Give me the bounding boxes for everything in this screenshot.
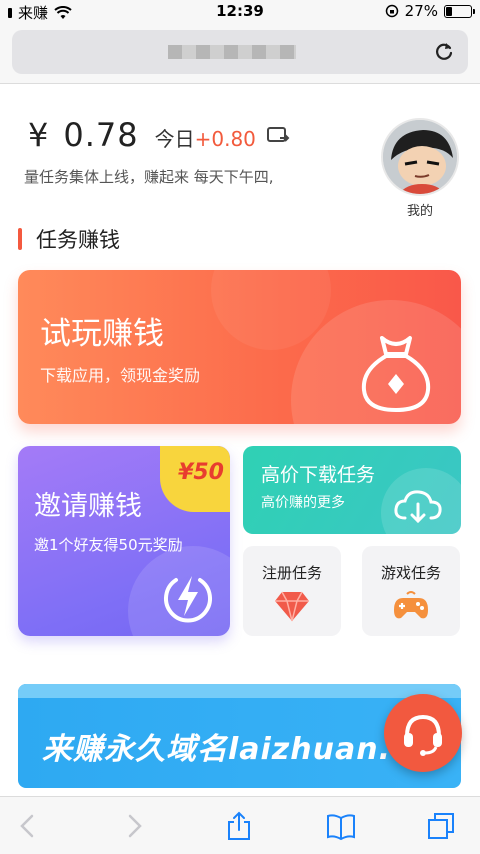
reward-badge-amount: ¥50 [178,460,224,485]
gamepad-icon [394,591,428,619]
today-label: 今日 [154,127,195,151]
forward-icon[interactable] [118,811,148,841]
battery-icon [444,4,475,18]
lightning-icon [164,576,212,623]
notice-marquee: 量任务集体上线，赚起来 每天下午四, [24,168,274,186]
back-icon[interactable] [14,811,44,841]
banner-top-strip [18,684,461,698]
trial-card-subtitle: 下载应用，领现金奖励 [40,366,201,385]
avatar[interactable] [381,118,459,196]
orientation-lock-icon [385,4,398,18]
money-bag-icon [361,336,431,413]
download-task-card[interactable]: 高价下载任务 高价赚的更多 [243,446,461,534]
register-card-title: 注册任务 [261,564,322,582]
invite-card-subtitle: 邀1个好友得50元奖励 [34,536,183,554]
headset-icon [404,714,442,756]
section-accent-bar [18,228,22,250]
profile-label[interactable]: 我的 [381,200,459,219]
browser-toolbar [0,796,480,854]
bookmarks-icon[interactable] [326,811,356,841]
url-redacted [168,45,296,59]
tabs-icon[interactable] [426,811,456,841]
section-title-text: 任务赚钱 [36,228,120,252]
battery-fill [446,6,453,16]
reload-icon[interactable] [432,40,456,64]
trial-task-card[interactable]: 试玩赚钱 下载应用，领现金奖励 [18,270,461,424]
currency-symbol: ¥ [28,116,50,154]
battery-percent: 27% [404,2,438,20]
section-title: 任务赚钱 [18,224,120,254]
cloud-download-icon [394,490,442,524]
download-card-title: 高价下载任务 [261,464,376,486]
browser-bar [0,22,480,84]
diamond-icon [275,591,309,622]
status-bar: 来赚 12:39 27% [0,0,480,22]
balance-row: ¥ 0.78 今日 +0.80 [28,116,290,154]
share-icon[interactable] [224,811,254,841]
trial-card-title: 试玩赚钱 [40,316,164,352]
url-field[interactable] [12,30,468,74]
transfer-icon[interactable] [266,125,290,145]
banner-text: 来赚永久域名laizhuan.co [42,732,432,767]
invite-task-card[interactable]: ¥50 邀请赚钱 邀1个好友得50元奖励 [18,446,230,636]
status-right: 27% [385,2,475,20]
download-card-subtitle: 高价赚的更多 [261,495,345,511]
game-task-card[interactable]: 游戏任务 [362,546,460,636]
avatar-image [383,120,457,194]
support-button[interactable] [384,694,462,772]
balance-amount: 0.78 [63,116,139,154]
register-task-card[interactable]: 注册任务 [243,546,341,636]
today-value: +0.80 [194,127,256,151]
game-card-title: 游戏任务 [380,564,441,582]
invite-card-title: 邀请赚钱 [34,491,142,522]
